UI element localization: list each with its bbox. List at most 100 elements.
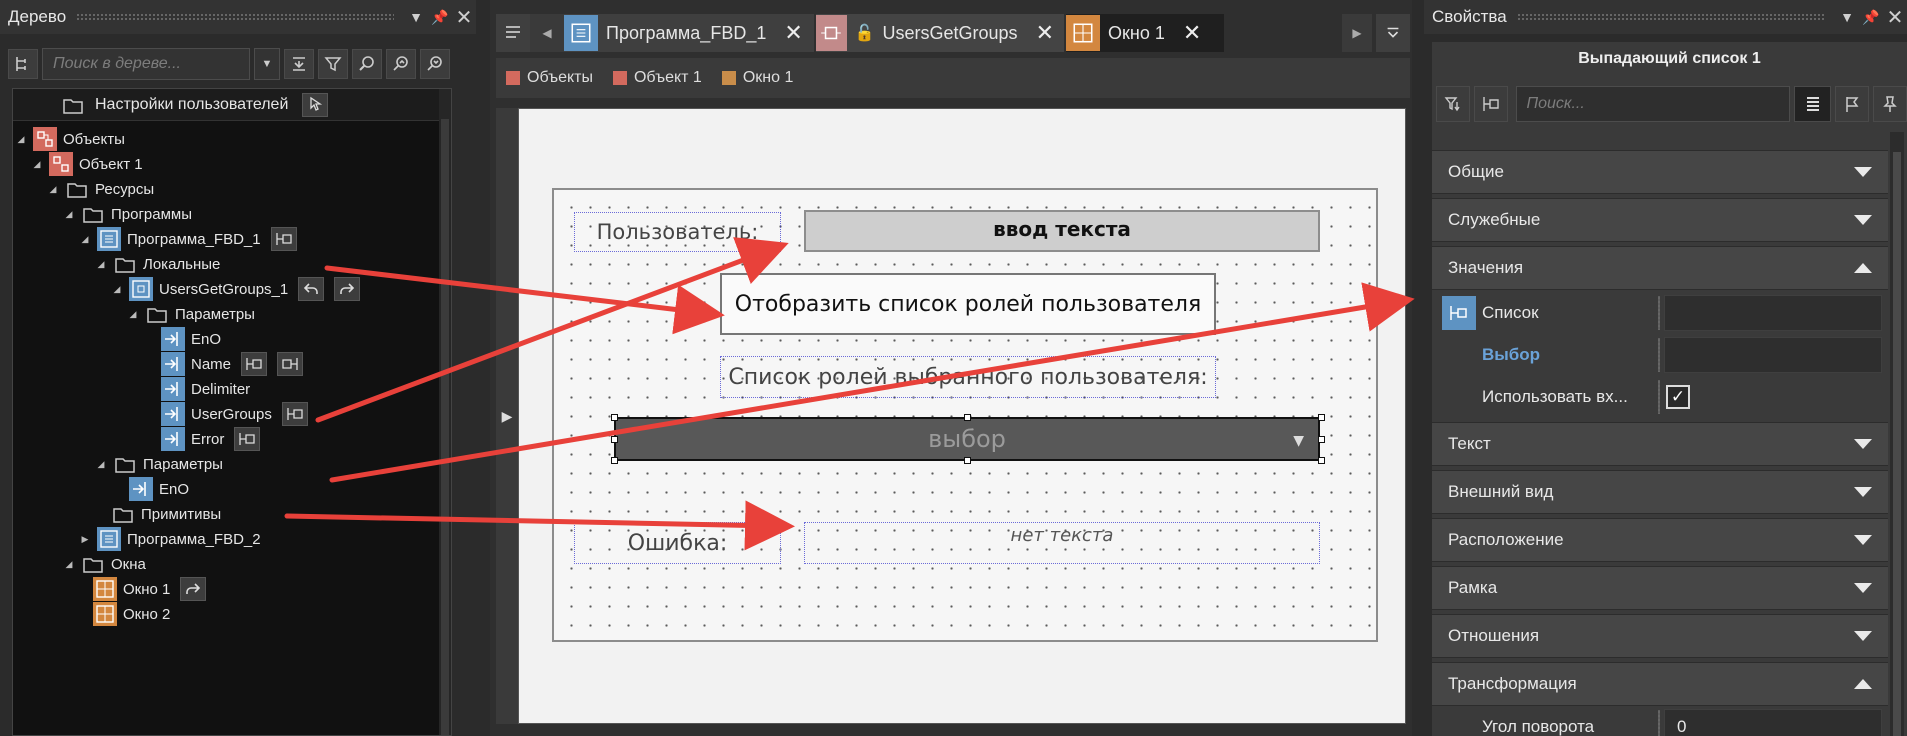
resize-handle[interactable] xyxy=(1318,436,1325,443)
prop-row-rotation[interactable]: Угол поворота 0 xyxy=(1432,706,1888,736)
pin-icon[interactable] xyxy=(1873,86,1907,122)
resize-handle[interactable] xyxy=(611,457,618,464)
close-icon[interactable]: ✕ xyxy=(784,20,802,46)
tab-scroll-right[interactable]: ▶ xyxy=(1342,14,1372,52)
undo-icon[interactable] xyxy=(298,277,325,301)
group-appearance[interactable]: Внешний вид xyxy=(1432,470,1888,514)
prop-row-use-input[interactable]: Использовать вх... ✓ xyxy=(1432,376,1888,418)
collapse-icon[interactable]: ◢ xyxy=(95,459,107,470)
resize-handle[interactable] xyxy=(1318,457,1325,464)
text-input-widget[interactable]: ввод текста xyxy=(804,210,1320,252)
tree-node-locals[interactable]: ◢ Локальные xyxy=(95,250,220,278)
tree-node-program-fbd-2[interactable]: ▶ Программа_FBD_2 xyxy=(79,525,261,553)
search-dropdown-icon[interactable]: ▼ xyxy=(254,48,280,80)
tab-menu-button[interactable] xyxy=(1376,14,1410,52)
show-roles-button[interactable]: Отобразить список ролей пользователя xyxy=(720,273,1216,335)
resize-handle[interactable] xyxy=(964,457,971,464)
tab-usersgetgroups[interactable]: 🔓 UsersGetGroups ✕ xyxy=(816,14,1064,52)
collapse-icon[interactable]: ◢ xyxy=(127,309,139,320)
tab-scroll-left[interactable]: ◀ xyxy=(530,14,564,52)
prop-list-value[interactable] xyxy=(1664,295,1882,331)
close-icon[interactable]: ✕ xyxy=(1883,5,1907,30)
link-input-icon[interactable] xyxy=(281,402,308,426)
tab-window-1[interactable]: Окно 1 ✕ xyxy=(1066,14,1224,52)
toolbox-toggle[interactable]: ▶ xyxy=(496,108,518,724)
error-text-widget[interactable]: нет текста xyxy=(804,522,1320,564)
tree-structure-icon[interactable] xyxy=(8,49,38,79)
prop-rotation-value[interactable]: 0 xyxy=(1664,709,1882,736)
scroll-thumb[interactable] xyxy=(1893,152,1901,736)
prop-row-choice[interactable]: Выбор xyxy=(1432,334,1888,376)
properties-scrollbar[interactable] xyxy=(1890,132,1904,736)
breadcrumb-item-window-1[interactable]: Окно 1 xyxy=(721,69,793,87)
search-icon[interactable] xyxy=(352,49,382,79)
error-label[interactable]: Ошибка: xyxy=(574,522,781,564)
group-service[interactable]: Служебные xyxy=(1432,198,1888,242)
pin-icon[interactable]: 📌 xyxy=(428,9,452,26)
group-values[interactable]: Значения xyxy=(1432,246,1888,290)
drag-grip[interactable] xyxy=(76,13,394,21)
group-relations[interactable]: Отношения xyxy=(1432,614,1888,658)
tree-scrollbar[interactable] xyxy=(439,89,451,735)
expand-icon[interactable]: ▶ xyxy=(79,534,91,545)
flag-icon[interactable] xyxy=(1835,86,1870,122)
tree-node-param-delimiter[interactable]: Delimiter xyxy=(161,375,250,403)
tree-node-program-fbd-1[interactable]: ◢ Программа_FBD_1 xyxy=(79,225,297,253)
filter-icon[interactable] xyxy=(1436,86,1470,122)
link-input-icon[interactable] xyxy=(241,352,268,376)
collapse-all-icon[interactable] xyxy=(284,49,314,79)
resize-handle[interactable] xyxy=(964,414,971,421)
close-icon[interactable]: ✕ xyxy=(1183,20,1201,46)
properties-search-input[interactable] xyxy=(1515,86,1790,122)
search-down-icon[interactable] xyxy=(420,49,450,79)
prop-choice-value[interactable] xyxy=(1664,337,1882,373)
prop-row-list[interactable]: Список xyxy=(1432,292,1888,334)
link-input-icon[interactable] xyxy=(270,227,297,251)
drag-grip[interactable] xyxy=(1516,13,1825,21)
pin-icon[interactable]: 📌 xyxy=(1859,9,1883,26)
tree-node-param-name[interactable]: Name xyxy=(161,350,304,378)
collapse-icon[interactable]: ◢ xyxy=(63,559,75,570)
list-view-icon[interactable] xyxy=(1793,86,1832,122)
tree-search-input[interactable] xyxy=(42,48,250,80)
filter-icon[interactable] xyxy=(318,49,348,79)
group-general[interactable]: Общие xyxy=(1432,150,1888,194)
collapse-icon[interactable]: ◢ xyxy=(63,209,75,220)
chevron-down-icon[interactable]: ▼ xyxy=(1835,9,1859,25)
tree-node-eno[interactable]: EnO xyxy=(129,475,189,503)
collapse-icon[interactable]: ◢ xyxy=(111,284,123,295)
tree-node-window-2[interactable]: Окно 2 xyxy=(93,600,170,628)
tab-list-button[interactable] xyxy=(496,14,530,52)
tree-node-parameters[interactable]: ◢ Параметры xyxy=(127,300,255,328)
tree-node-parameters-2[interactable]: ◢ Параметры xyxy=(95,450,223,478)
dropdown-list-widget[interactable]: выбор ▼ xyxy=(614,417,1320,461)
close-icon[interactable]: ✕ xyxy=(1036,20,1054,46)
link-icon[interactable] xyxy=(1473,86,1508,122)
collapse-icon[interactable]: ◢ xyxy=(95,259,107,270)
tree-node-param-usergroups[interactable]: UserGroups xyxy=(161,400,308,428)
search-up-icon[interactable] xyxy=(386,49,416,79)
link-input-icon[interactable] xyxy=(234,427,261,451)
scroll-thumb[interactable] xyxy=(441,119,449,735)
tree-node-windows[interactable]: ◢ Окна xyxy=(63,550,146,578)
redo-icon[interactable] xyxy=(180,577,207,601)
resize-handle[interactable] xyxy=(611,436,618,443)
collapse-icon[interactable]: ◢ xyxy=(15,134,27,145)
redo-icon[interactable] xyxy=(334,277,361,301)
group-text[interactable]: Текст xyxy=(1432,422,1888,466)
chevron-down-icon[interactable]: ▼ xyxy=(404,9,428,25)
tree-node-objects[interactable]: ◢ Объекты xyxy=(15,125,125,153)
group-location[interactable]: Расположение xyxy=(1432,518,1888,562)
tree-node-usersgetgroups-1[interactable]: ◢ UsersGetGroups_1 xyxy=(111,275,361,303)
breadcrumb-item-objects[interactable]: Объекты xyxy=(506,69,593,87)
use-input-checkbox[interactable]: ✓ xyxy=(1666,385,1690,409)
close-icon[interactable]: ✕ xyxy=(452,5,476,30)
collapse-icon[interactable]: ◢ xyxy=(79,234,91,245)
group-transform[interactable]: Трансформация xyxy=(1432,662,1888,706)
link-output-icon[interactable] xyxy=(277,352,304,376)
collapse-icon[interactable]: ◢ xyxy=(47,184,59,195)
link-input-icon[interactable] xyxy=(1442,296,1476,330)
collapse-icon[interactable]: ◢ xyxy=(31,159,43,170)
tab-program-fbd-1[interactable]: Программа_FBD_1 ✕ xyxy=(564,14,814,52)
roles-list-label[interactable]: Список ролей выбранного пользователя: xyxy=(720,356,1216,398)
